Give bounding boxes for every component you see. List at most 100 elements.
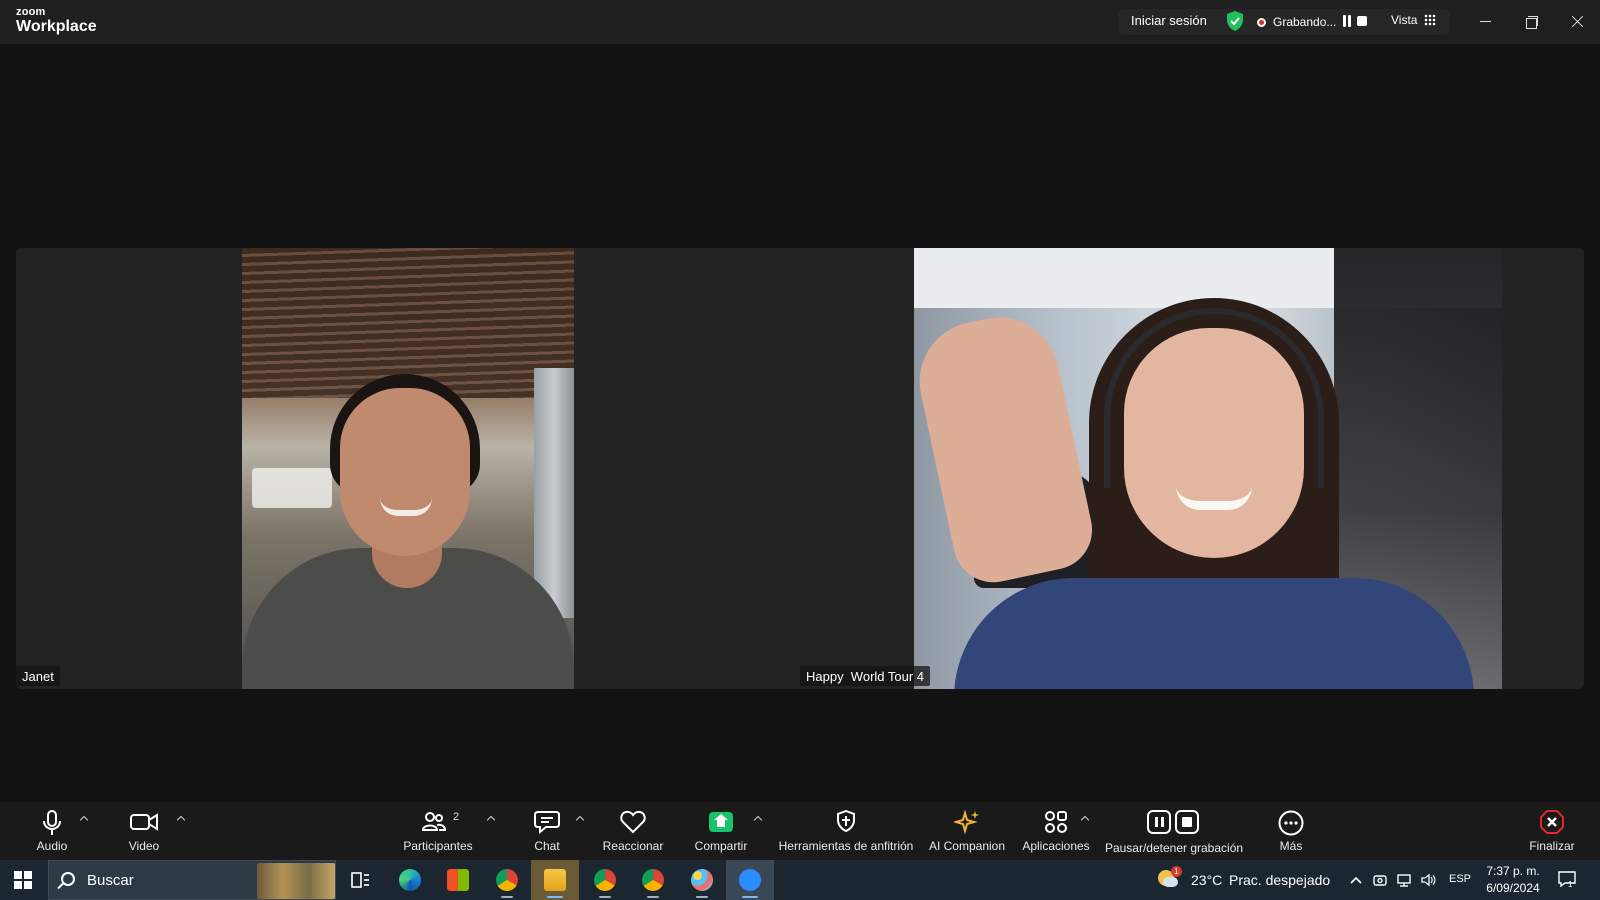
more-icon [1278, 810, 1304, 836]
store-app[interactable] [434, 860, 482, 900]
taskbar-search[interactable] [48, 860, 336, 900]
close-button[interactable] [1566, 10, 1590, 34]
meeting-stage: Janet Happy World Tour 4 [0, 44, 1600, 802]
task-view-icon [351, 872, 369, 888]
volume-icon[interactable] [1420, 872, 1436, 888]
chrome-profile-icon [594, 869, 616, 891]
chrome-profile-app-2[interactable] [629, 860, 677, 900]
audio-options-caret[interactable] [79, 814, 89, 824]
notification-icon[interactable]: 1 [1557, 870, 1577, 888]
share-options-caret[interactable] [753, 814, 763, 824]
share-label: Compartir [694, 839, 748, 853]
chat-button[interactable]: Chat [522, 810, 572, 856]
heart-icon [620, 810, 646, 834]
share-screen-icon [709, 812, 733, 832]
chrome-profile-app[interactable] [581, 860, 629, 900]
grid-view-icon[interactable] [1424, 14, 1436, 26]
video-button[interactable]: Video [116, 810, 172, 856]
store-icon [447, 869, 469, 891]
stop-recording-icon[interactable] [1357, 16, 1367, 26]
paint-app[interactable] [678, 860, 726, 900]
camera-tray-icon[interactable] [1372, 872, 1388, 888]
app-logo: zoom Workplace [16, 7, 97, 35]
host-tools-button[interactable]: Herramientas de anfitrión [776, 810, 916, 856]
language-indicator[interactable]: ESP [1449, 873, 1471, 885]
chat-options-caret[interactable] [575, 814, 585, 824]
recording-status: Grabando... [1273, 15, 1337, 29]
react-label: Reaccionar [602, 839, 664, 853]
task-view-app[interactable] [336, 860, 384, 900]
windows-start-icon[interactable] [14, 871, 32, 889]
gallery-view: Janet Happy World Tour 4 [16, 248, 1584, 689]
react-button[interactable]: Reaccionar [600, 810, 666, 856]
apps-label: Aplicaciones [1022, 839, 1090, 853]
apps-options-caret[interactable] [1080, 814, 1090, 824]
folder-icon [544, 869, 566, 891]
participants-button[interactable]: 2 Participantes [398, 810, 478, 856]
signin-button[interactable]: Iniciar sesión [1131, 13, 1207, 28]
weather-condition[interactable]: Prac. despejado [1229, 872, 1330, 888]
share-button[interactable]: Compartir [690, 810, 752, 856]
participants-label: Participantes [403, 839, 473, 853]
zoom-app[interactable] [726, 860, 774, 900]
audio-button[interactable]: Audio [24, 810, 80, 856]
clock-date[interactable]: 6/09/2024 [1482, 881, 1544, 895]
participants-options-caret[interactable] [486, 814, 496, 824]
brand-small: zoom [16, 6, 46, 18]
paint-icon [691, 869, 713, 891]
camera-icon [130, 813, 158, 831]
network-icon[interactable] [1396, 872, 1412, 888]
search-icon [61, 872, 75, 886]
recording-dot-icon [1257, 18, 1266, 27]
host-tools-label: Herramientas de anfitrión [778, 839, 914, 853]
restore-button[interactable] [1519, 10, 1543, 34]
pause-stop-recording-label: Pausar/detener grabación [1104, 841, 1244, 855]
chevron-up-icon[interactable] [1348, 872, 1364, 888]
recording-controls-icon [1147, 810, 1201, 836]
video-feed [242, 248, 574, 689]
search-input[interactable] [87, 869, 247, 891]
end-meeting-button[interactable]: Finalizar [1522, 810, 1582, 856]
chrome-profile-icon-2 [642, 869, 664, 891]
weather-temperature[interactable]: 23°C [1191, 872, 1222, 888]
chat-icon [534, 811, 560, 834]
audio-label: Audio [36, 839, 68, 853]
view-button[interactable]: Vista [1391, 13, 1417, 27]
participant-name: Happy World Tour 4 [800, 666, 931, 686]
file-explorer-app[interactable] [531, 860, 579, 900]
ai-companion-label: AI Companion [928, 839, 1006, 853]
chrome-icon [496, 869, 518, 891]
chat-label: Chat [534, 839, 560, 853]
video-options-caret[interactable] [176, 814, 186, 824]
host-shield-icon [837, 810, 855, 832]
more-label: Más [1279, 839, 1303, 853]
weather-badge: 1 [1171, 866, 1182, 877]
ai-companion-button[interactable]: AI Companion [926, 810, 1008, 856]
participant-tile[interactable]: Happy World Tour 4 [800, 248, 1584, 689]
video-feed [914, 248, 1502, 689]
end-label: Finalizar [1529, 839, 1575, 853]
pause-stop-recording-button[interactable]: Pausar/detener grabación [1104, 810, 1244, 856]
more-button[interactable]: Más [1266, 810, 1316, 856]
end-x-icon [1540, 810, 1564, 834]
weather-icon[interactable]: 1 [1158, 866, 1182, 888]
sparkle-icon [954, 810, 979, 834]
brand-large: Workplace [16, 18, 97, 35]
meeting-toolbar: Audio Video 2 Participantes Chat Reaccio… [0, 802, 1600, 860]
minimize-button[interactable] [1474, 10, 1498, 34]
microphone-icon [43, 810, 61, 835]
apps-icon [1045, 811, 1067, 833]
shield-check-icon[interactable] [1226, 11, 1244, 31]
participant-name: Janet [16, 666, 60, 686]
participants-icon [422, 812, 446, 831]
title-bar: zoom Workplace Iniciar sesión Grabando..… [0, 0, 1600, 44]
zoom-icon [739, 869, 761, 891]
participant-tile[interactable]: Janet [16, 248, 800, 689]
clock-time[interactable]: 7:37 p. m. [1486, 864, 1540, 878]
pause-recording-icon[interactable] [1342, 15, 1352, 27]
edge-browser-icon [399, 869, 421, 891]
edge-app[interactable] [386, 860, 434, 900]
chrome-app[interactable] [483, 860, 531, 900]
video-label: Video [128, 839, 160, 853]
windows-taskbar: 1 23°C Prac. despejado ESP 7:37 p. m. 6/… [0, 860, 1600, 900]
